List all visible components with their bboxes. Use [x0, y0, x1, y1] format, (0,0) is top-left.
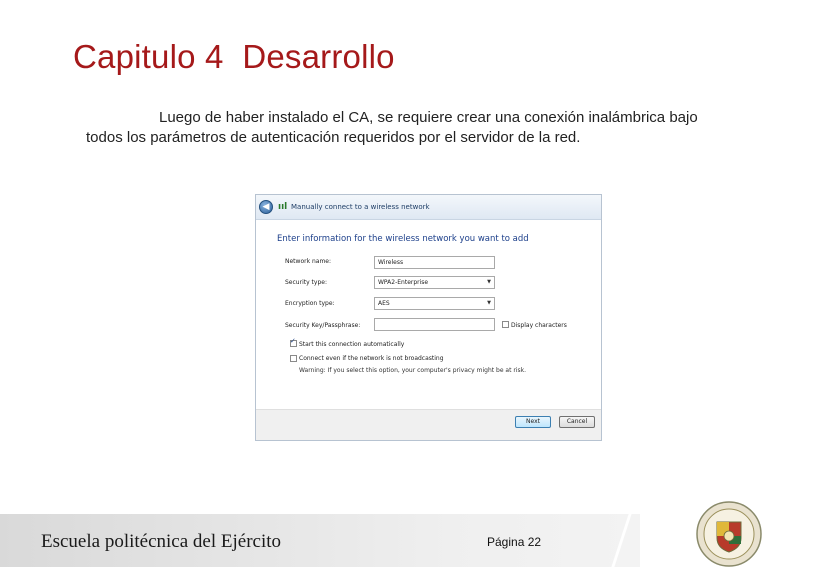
security-key-label: Security Key/Passphrase: [285, 322, 361, 329]
dialog-titlebar: ◀ ııl Manually connect to a wireless net… [256, 195, 601, 220]
slide-title: Capitulo 4 Desarrollo [73, 38, 395, 75]
privacy-warning: Warning: If you select this option, your… [299, 367, 527, 374]
connect-even-label: Connect even if the network is not broad… [299, 355, 444, 362]
cancel-button[interactable]: Cancel [559, 416, 595, 428]
display-characters-label: Display characters [511, 322, 567, 329]
school-name: Escuela politécnica del Ejército [41, 531, 282, 552]
start-automatically-checkbox[interactable] [290, 337, 297, 347]
wireless-dialog: ◀ ııl Manually connect to a wireless net… [255, 194, 602, 441]
wireless-network-icon: ııl [278, 202, 288, 212]
display-characters-checkbox[interactable] [502, 321, 509, 328]
page-number: Página 22 [487, 535, 542, 549]
dialog-title: Manually connect to a wireless network [291, 203, 430, 211]
security-type-select[interactable]: WPA2-Enterprise ▼ [374, 276, 495, 289]
network-name-label: Network name: [285, 258, 331, 265]
chevron-down-icon: ▼ [487, 300, 491, 306]
school-seal-icon [696, 501, 762, 567]
next-button[interactable]: Next [515, 416, 551, 428]
start-automatically-label: Start this connection automatically [299, 341, 405, 348]
security-key-input[interactable] [374, 318, 495, 331]
dialog-heading: Enter information for the wireless netwo… [277, 234, 529, 244]
connect-even-checkbox[interactable] [290, 355, 297, 362]
encryption-type-select[interactable]: AES ▼ [374, 297, 495, 310]
security-type-label: Security type: [285, 279, 327, 286]
slide-paragraph: Luego de haber instalado el CA, se requi… [86, 109, 698, 146]
back-arrow-icon[interactable]: ◀ [259, 200, 273, 214]
network-name-input[interactable]: Wireless [374, 256, 495, 269]
security-type-value: WPA2-Enterprise [378, 279, 429, 286]
dialog-footer: Next Cancel [256, 409, 601, 440]
chevron-down-icon: ▼ [487, 279, 491, 285]
encryption-type-value: AES [378, 300, 390, 307]
encryption-type-label: Encryption type: [285, 300, 335, 307]
